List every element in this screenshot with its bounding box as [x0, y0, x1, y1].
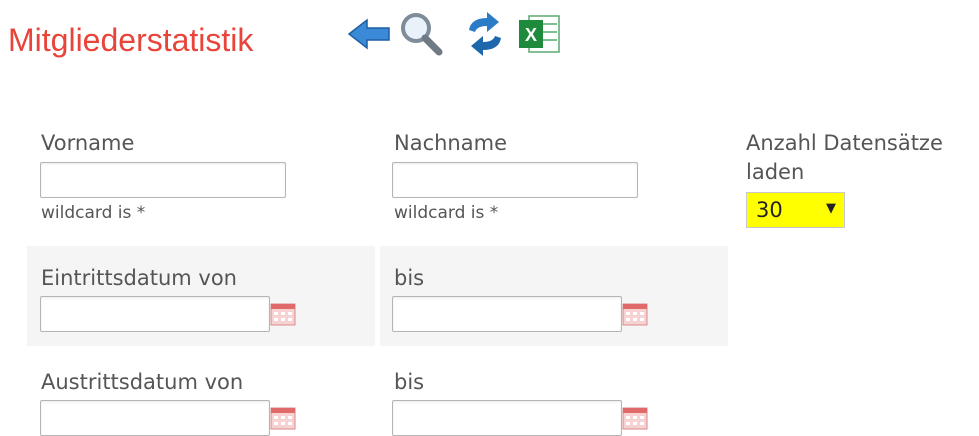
anzahl-value: 30 — [756, 198, 783, 222]
calendar-icon[interactable] — [270, 406, 296, 430]
eintritt-bis-input[interactable] — [392, 296, 622, 332]
svg-text:X: X — [525, 25, 537, 45]
search-icon[interactable] — [397, 10, 447, 58]
eintritt-von-input[interactable] — [40, 296, 270, 332]
austritt-von-input[interactable] — [40, 400, 270, 436]
page-title: Mitgliederstatistik — [8, 22, 254, 58]
dropdown-arrow-icon: ▼ — [826, 201, 836, 216]
anzahl-label-line1: Anzahl Datensätze — [746, 131, 943, 155]
nachname-input[interactable] — [392, 162, 638, 198]
vorname-hint: wildcard is * — [41, 203, 146, 223]
vorname-label: Vorname — [41, 131, 135, 155]
vorname-input[interactable] — [40, 162, 286, 198]
austritt-bis-label: bis — [394, 370, 425, 394]
calendar-icon[interactable] — [270, 302, 296, 326]
anzahl-select[interactable]: 30 ▼ — [746, 192, 845, 228]
refresh-icon[interactable] — [461, 10, 511, 58]
calendar-icon[interactable] — [622, 406, 648, 430]
calendar-icon[interactable] — [622, 302, 648, 326]
back-arrow-icon[interactable] — [345, 10, 395, 58]
nachname-label: Nachname — [394, 131, 507, 155]
austritt-bis-input[interactable] — [392, 400, 622, 436]
eintritt-bis-label: bis — [394, 266, 425, 290]
excel-export-icon[interactable]: X — [515, 10, 565, 58]
austritt-von-label: Austrittsdatum von — [41, 370, 244, 394]
eintritt-von-label: Eintrittsdatum von — [41, 266, 237, 290]
anzahl-label-line2: laden — [746, 160, 805, 184]
nachname-hint: wildcard is * — [394, 203, 499, 223]
